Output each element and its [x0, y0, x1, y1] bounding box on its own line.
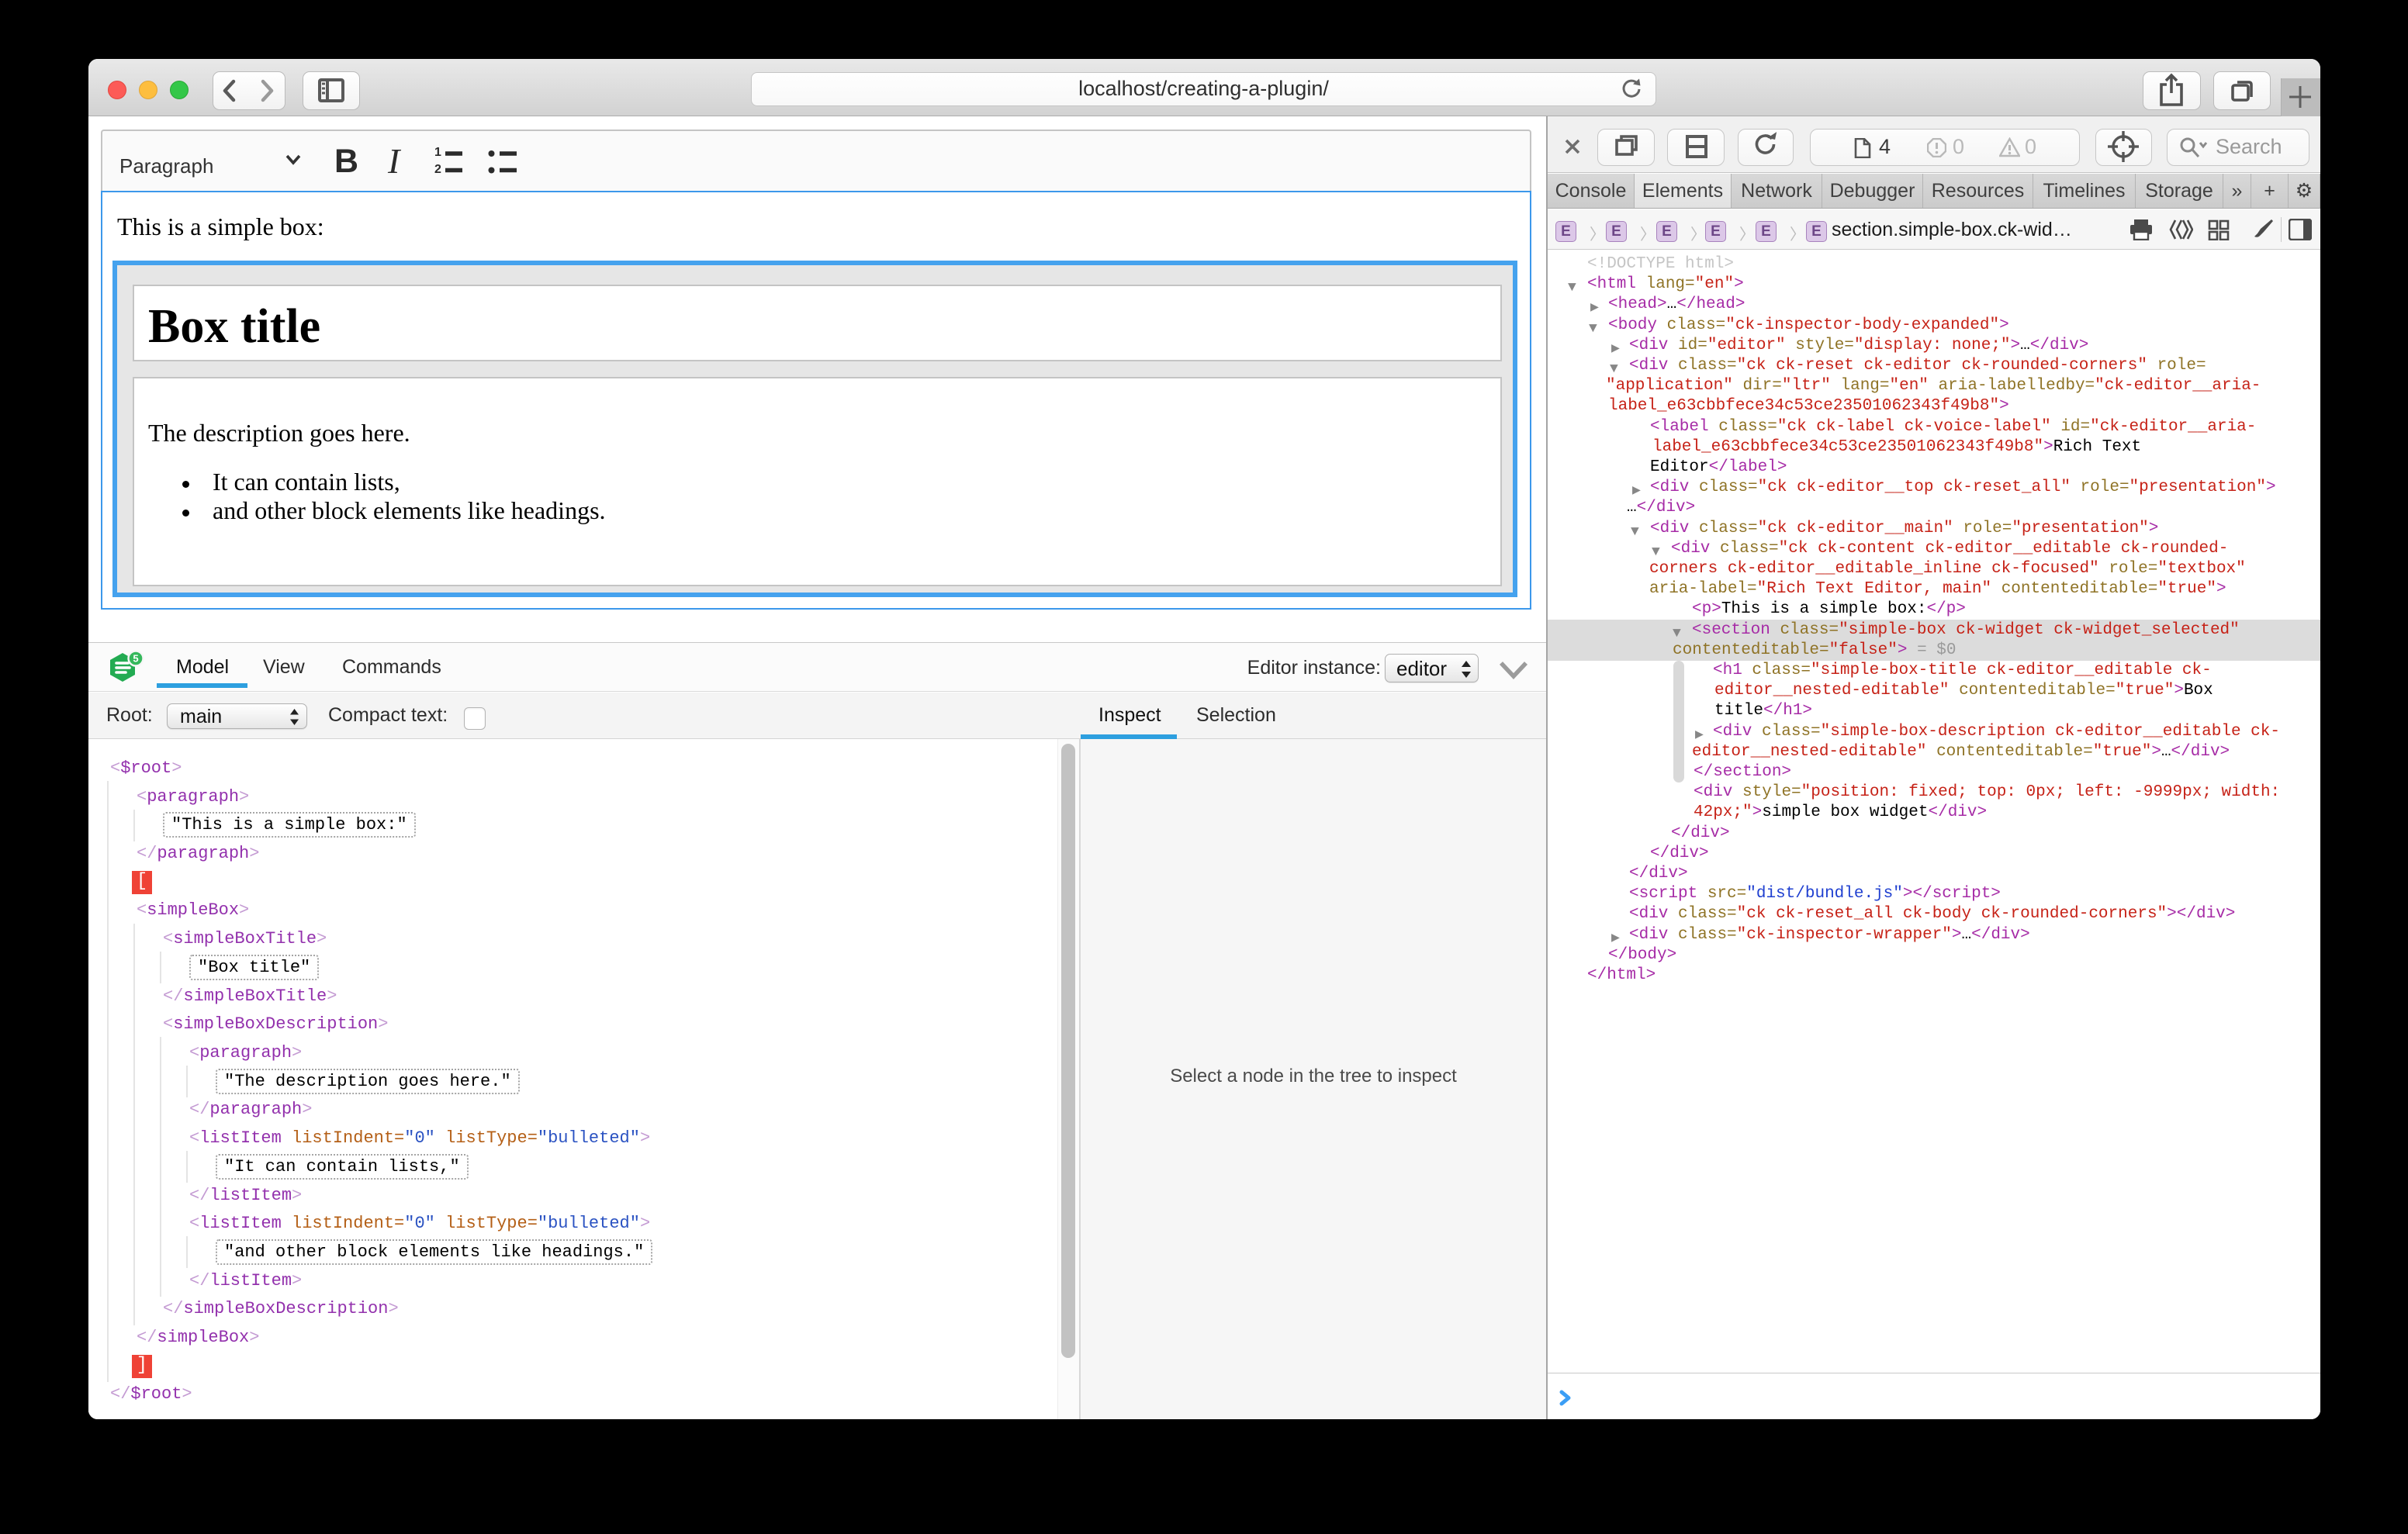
svg-text:2: 2 — [434, 163, 441, 174]
svg-text:5: 5 — [133, 653, 138, 665]
svg-text:1: 1 — [434, 146, 441, 159]
